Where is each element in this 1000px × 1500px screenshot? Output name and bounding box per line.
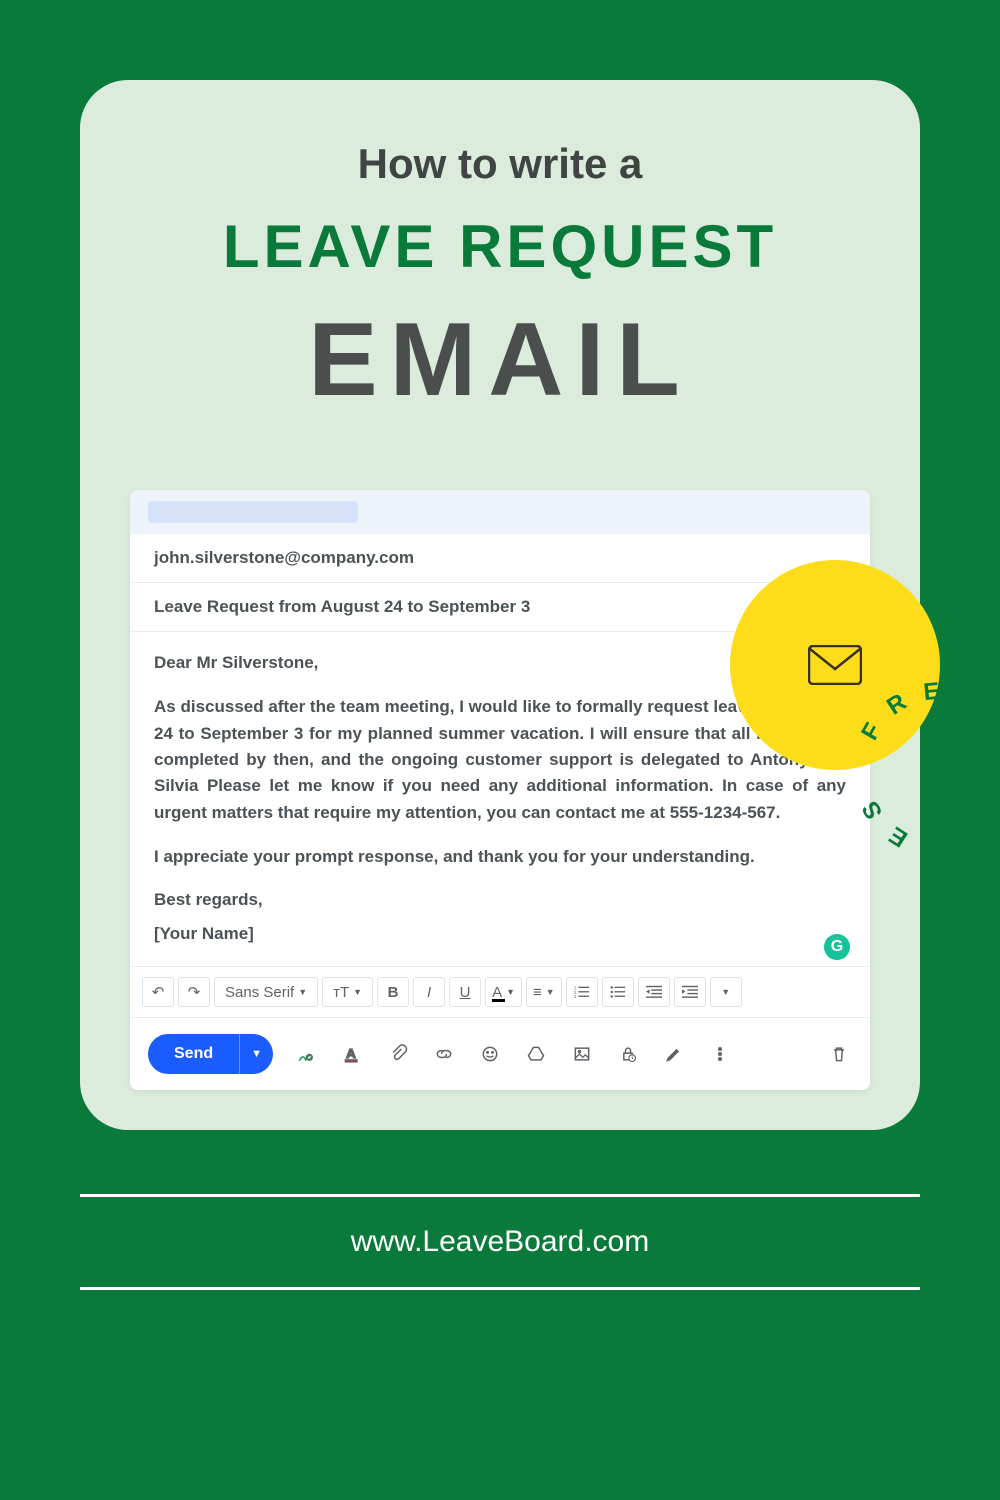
email-paragraph-2: I appreciate your prompt response, and t… [154, 844, 846, 870]
formatting-toolbar: ↶ ↷ Sans Serif ▼ тT ▼ B I U A ▼ ≡ ▼ 123 … [130, 966, 870, 1017]
underline-button[interactable]: U [449, 977, 481, 1007]
divider-top [80, 1194, 920, 1197]
numbered-list-button[interactable]: 123 [566, 977, 598, 1007]
send-toolbar: Send ▼ A [130, 1017, 870, 1090]
grammarly-icon[interactable]: G [824, 934, 850, 960]
indent-less-button[interactable] [638, 977, 670, 1007]
heading-line-2: LEAVE REQUEST [223, 212, 777, 281]
bold-button[interactable]: B [377, 977, 409, 1007]
insert-emoji-icon[interactable] [477, 1041, 503, 1067]
font-size-label: тT [333, 984, 349, 1001]
free-samples-badge: FREE SAMPLES [730, 560, 940, 770]
main-card: How to write a LEAVE REQUEST EMAIL FREE … [80, 80, 920, 1130]
more-options-icon[interactable] [707, 1041, 733, 1067]
discard-draft-icon[interactable] [826, 1041, 852, 1067]
email-signoff-2: [Your Name] [154, 922, 846, 946]
undo-button[interactable]: ↶ [142, 977, 174, 1007]
footer: www.LeaveBoard.com [80, 1180, 920, 1304]
indent-more-button[interactable] [674, 977, 706, 1007]
heading-line-3: EMAIL [308, 301, 692, 420]
compose-header-bar [130, 490, 870, 534]
email-signoff-1: Best regards, [154, 888, 846, 912]
font-family-select[interactable]: Sans Serif ▼ [214, 977, 318, 1007]
website-url: www.LeaveBoard.com [80, 1211, 920, 1273]
bullet-list-button[interactable] [602, 977, 634, 1007]
badge-circular-text: FREE SAMPLES [730, 560, 940, 770]
signature-icon[interactable] [293, 1041, 319, 1067]
italic-button[interactable]: I [413, 977, 445, 1007]
send-button-label: Send [148, 1034, 239, 1074]
send-button[interactable]: Send ▼ [148, 1034, 273, 1074]
confidential-mode-icon[interactable] [615, 1041, 641, 1067]
insert-image-icon[interactable] [569, 1041, 595, 1067]
font-family-label: Sans Serif [225, 984, 294, 1001]
text-format-icon[interactable]: A [339, 1041, 365, 1067]
svg-text:A: A [346, 1046, 356, 1061]
send-options-dropdown[interactable]: ▼ [239, 1034, 273, 1074]
insert-link-icon[interactable] [431, 1041, 457, 1067]
more-formatting-button[interactable]: ▼ [710, 977, 742, 1007]
svg-text:3: 3 [574, 994, 577, 999]
recipient-chip-placeholder [148, 501, 358, 523]
font-size-select[interactable]: тT ▼ [322, 977, 373, 1007]
align-button[interactable]: ≡ ▼ [526, 977, 562, 1007]
divider-bottom [80, 1287, 920, 1290]
redo-button[interactable]: ↷ [178, 977, 210, 1007]
text-color-button[interactable]: A ▼ [485, 977, 522, 1007]
heading-line-1: How to write a [358, 140, 643, 188]
insert-pen-icon[interactable] [661, 1041, 687, 1067]
insert-drive-icon[interactable] [523, 1041, 549, 1067]
attach-file-icon[interactable] [385, 1041, 411, 1067]
